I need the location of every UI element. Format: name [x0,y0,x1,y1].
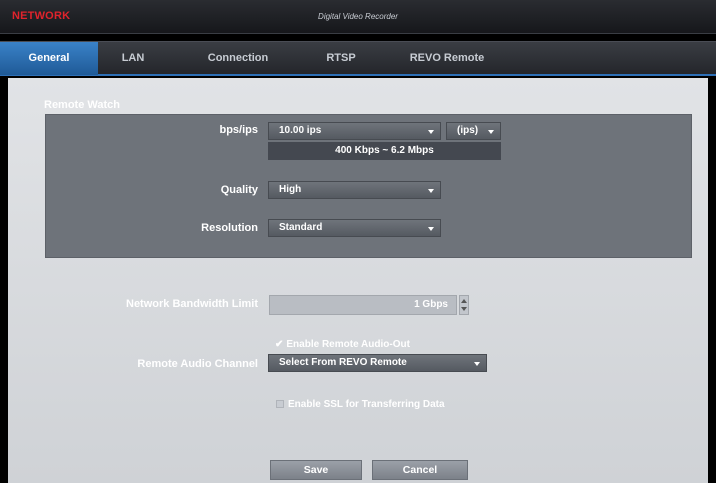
audio-channel-dropdown[interactable]: Select From REVO Remote [268,354,487,372]
resolution-dropdown[interactable]: Standard [268,219,441,237]
resolution-label: Resolution [201,222,258,234]
bandwidth-stepper[interactable] [459,295,469,315]
checkmark-icon: ✔ [275,339,284,350]
chevron-down-icon [474,362,480,366]
save-button[interactable]: Save [270,460,362,480]
tab-rtsp[interactable]: RTSP [316,42,366,75]
ssl-checkbox[interactable]: Enable SSL for Transferring Data [276,399,445,410]
remote-watch-title: Remote Watch [44,99,120,111]
audio-channel-value: Select From REVO Remote [279,357,407,368]
audio-channel-label: Remote Audio Channel [137,358,258,370]
bps-dropdown[interactable]: 10.00 ips [268,122,441,140]
title-bar: NETWORK Digital Video Recorder [0,0,716,34]
bitrate-range: 400 Kbps ~ 6.2 Mbps [268,142,501,160]
chevron-down-icon [428,227,434,231]
resolution-dropdown-value: Standard [279,222,323,233]
bandwidth-label: Network Bandwidth Limit [126,298,258,310]
quality-label: Quality [220,184,258,196]
unit-dropdown[interactable]: (ips) [446,122,501,140]
ssl-label: Enable SSL for Transferring Data [288,399,445,410]
arrow-up-icon[interactable] [461,299,467,303]
bandwidth-input[interactable]: 1 Gbps [269,295,457,315]
bps-dropdown-value: 10.00 ips [279,125,322,136]
chevron-down-icon [428,130,434,134]
audio-out-checkbox[interactable]: ✔ Enable Remote Audio-Out [275,339,410,350]
quality-dropdown[interactable]: High [268,181,441,199]
tab-revo-remote[interactable]: REVO Remote [400,42,494,75]
device-title: Digital Video Recorder [318,12,398,21]
unit-dropdown-value: (ips) [457,125,479,136]
cancel-button[interactable]: Cancel [372,460,468,480]
tab-general[interactable]: General [0,42,98,75]
tab-connection[interactable]: Connection [196,42,280,75]
chevron-down-icon [488,130,494,134]
chevron-down-icon [428,189,434,193]
tab-bar: General LAN Connection RTSP REVO Remote [0,41,716,76]
audio-out-label: Enable Remote Audio-Out [286,339,410,350]
checkbox-icon [276,400,284,408]
arrow-down-icon[interactable] [461,307,467,311]
quality-dropdown-value: High [279,184,302,195]
tab-lan[interactable]: LAN [108,42,158,75]
bps-label: bps/ips [219,124,258,136]
